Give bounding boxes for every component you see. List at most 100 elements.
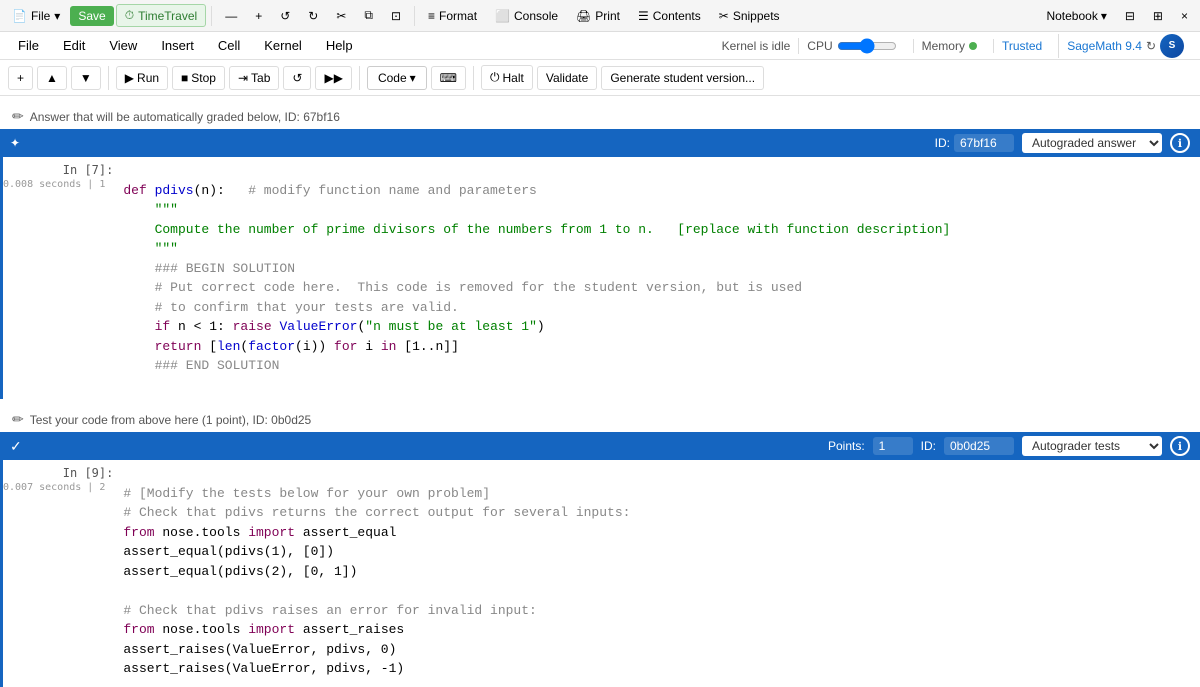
memory-label: Memory — [922, 39, 965, 53]
run-icon: ▶ — [125, 71, 134, 85]
stop-label: Stop — [191, 71, 216, 85]
sep4 — [359, 66, 360, 90]
format-button[interactable]: ≡ Format — [420, 6, 485, 26]
save-label: Save — [78, 9, 105, 23]
console-button[interactable]: ⬜ Console — [487, 6, 566, 26]
copy-button[interactable]: ⧉ — [356, 5, 381, 26]
cell2-outer: ✓ Points: ID: Autograder tests Autograde… — [0, 432, 1200, 687]
chevron-icon: ▾ — [54, 9, 60, 23]
cell1-type-select[interactable]: Autograded answer Autograder tests Read-… — [1022, 133, 1162, 153]
cell1-info-button[interactable]: ℹ — [1170, 133, 1190, 153]
sep2 — [414, 6, 415, 26]
menu-cell[interactable]: Cell — [208, 35, 250, 56]
cell2-id-input[interactable] — [944, 437, 1014, 455]
menu-edit[interactable]: Edit — [53, 35, 95, 56]
trusted-label: Trusted — [1002, 39, 1042, 53]
add-cell-above-button[interactable]: + — [8, 66, 33, 90]
cell2-content[interactable]: # [Modify the tests below for your own p… — [123, 460, 1200, 687]
cell1-header: ✦ ID: Autograded answer Autograder tests… — [0, 129, 1200, 157]
run-button[interactable]: ▶ Run — [116, 66, 168, 90]
cell2-prompt: In [9]: 0.007 seconds | 2 — [3, 460, 123, 687]
wand-icon: ✦ — [10, 136, 20, 150]
refresh-button[interactable]: ↺ — [283, 66, 311, 90]
snippets-button[interactable]: ✂ Snippets — [711, 6, 788, 26]
cpu-label: CPU — [807, 39, 832, 53]
contents-icon: ☰ — [638, 9, 649, 23]
cell2-info-button[interactable]: ℹ — [1170, 436, 1190, 456]
contents-button[interactable]: ☰ Contents — [630, 6, 709, 26]
chevron-down-icon: ▾ — [1101, 9, 1107, 23]
paste-button[interactable]: ⊡ — [383, 6, 409, 26]
redo1-button[interactable]: ↺ — [272, 6, 298, 26]
menu-help[interactable]: Help — [316, 35, 363, 56]
menu-insert[interactable]: Insert — [151, 35, 204, 56]
print-icon: 🖨 — [576, 9, 591, 23]
halt-button[interactable]: ⏻ Halt — [481, 65, 533, 90]
file-label: File — [31, 9, 50, 23]
format-icon: ≡ — [428, 9, 435, 23]
kernel-idle-text: Kernel is idle — [722, 39, 791, 53]
menu-file[interactable]: File — [8, 35, 49, 56]
save-button[interactable]: Save — [70, 6, 113, 26]
cell1-content[interactable]: def pdivs(n): # modify function name and… — [123, 157, 1200, 399]
cell1-id-field: ID: — [935, 134, 1014, 152]
cell2-comment: ✏ Test your code from above here (1 poin… — [0, 407, 1200, 432]
file-menu-btn[interactable]: 📄 File ▾ — [4, 6, 68, 26]
cell1-comment-text: Answer that will be automatically graded… — [30, 110, 340, 124]
add-cell-button[interactable]: + — [247, 6, 270, 26]
memory-section: Memory — [913, 39, 985, 53]
cell2-comment-text: Test your code from above here (1 point)… — [30, 413, 312, 427]
console-label: Console — [514, 9, 558, 23]
keyboard-button[interactable]: ⌨ — [431, 66, 466, 90]
code-type-select[interactable]: Code ▾ — [367, 66, 427, 90]
kernel-status: Kernel is idle CPU Memory Trusted SageMa… — [722, 34, 1192, 58]
stop-icon: ■ — [181, 71, 188, 85]
cell-toolbar: + ▲ ▼ ▶ Run ■ Stop ⇥ Tab ↺ ▶▶ Code ▾ ⌨ ⏻… — [0, 60, 1200, 96]
undo-button[interactable]: — — [217, 6, 245, 26]
cell1-time: 0.008 seconds | 1 — [3, 177, 113, 192]
power-icon: ⏻ — [490, 70, 500, 85]
points-input[interactable] — [873, 437, 913, 455]
print-button[interactable]: 🖨 Print — [568, 6, 628, 26]
cell1-id-input[interactable] — [954, 134, 1014, 152]
generate-label: Generate student version... — [610, 71, 755, 85]
tab-label: Tab — [251, 71, 270, 85]
split-view-button[interactable]: ⊟ — [1117, 6, 1143, 26]
redo2-button[interactable]: ↻ — [300, 6, 326, 26]
tab-button[interactable]: ⇥ Tab — [229, 66, 279, 90]
notebook-label: Notebook — [1046, 9, 1097, 23]
move-up-button[interactable]: ▲ — [37, 66, 67, 90]
move-down-button[interactable]: ▼ — [71, 66, 101, 90]
timetravel-label: TimeTravel — [138, 9, 197, 23]
close-button[interactable]: × — [1173, 6, 1196, 26]
validate-button[interactable]: Validate — [537, 66, 597, 90]
fast-forward-button[interactable]: ▶▶ — [315, 66, 351, 90]
menu-view[interactable]: View — [99, 35, 147, 56]
pencil-icon: ✏ — [12, 108, 24, 125]
generate-button[interactable]: Generate student version... — [601, 66, 764, 90]
menu-bar: File Edit View Insert Cell Kernel Help K… — [0, 32, 1200, 60]
snippets-label: Snippets — [733, 9, 780, 23]
cpu-meter[interactable] — [837, 38, 897, 54]
cut-button[interactable]: ✂ — [328, 6, 354, 26]
console-icon: ⬜ — [495, 9, 510, 23]
print-label: Print — [595, 9, 620, 23]
sage-section: SageMath 9.4 ↻ S — [1058, 34, 1192, 58]
sage-version: SageMath 9.4 — [1067, 39, 1142, 53]
cell2-type-select[interactable]: Autograder tests Autograded answer Read-… — [1022, 436, 1162, 456]
code-chevron-icon: ▾ — [410, 71, 416, 85]
points-label: Points: — [828, 439, 865, 453]
cell1-code: In [7]: 0.008 seconds | 1 def pdivs(n): … — [0, 157, 1200, 399]
contents-label: Contents — [653, 9, 701, 23]
menu-kernel[interactable]: Kernel — [254, 35, 312, 56]
sage-logo: S — [1160, 34, 1184, 58]
sage-refresh-icon[interactable]: ↻ — [1146, 39, 1156, 53]
stop-button[interactable]: ■ Stop — [172, 66, 225, 90]
sep1 — [211, 6, 212, 26]
cell2-code: In [9]: 0.007 seconds | 2 # [Modify the … — [0, 460, 1200, 687]
notebook-dropdown[interactable]: Notebook ▾ — [1038, 6, 1114, 26]
timetravel-button[interactable]: ⏱ TimeTravel — [116, 4, 207, 27]
cell2-header: ✓ Points: ID: Autograder tests Autograde… — [0, 432, 1200, 460]
cell2-time: 0.007 seconds | 2 — [3, 480, 113, 495]
grid-view-button[interactable]: ⊞ — [1145, 6, 1171, 26]
